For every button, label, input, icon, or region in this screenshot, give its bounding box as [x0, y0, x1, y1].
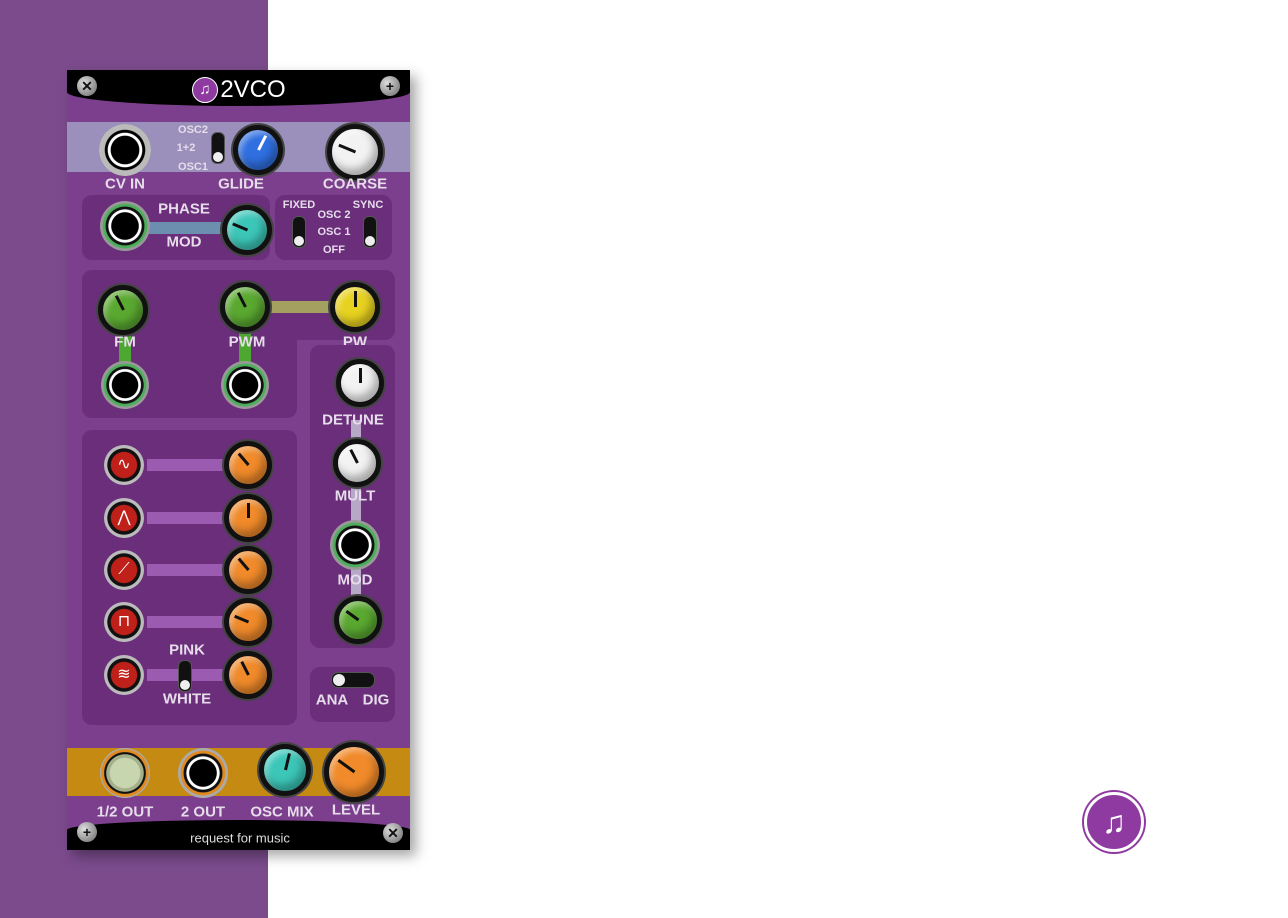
pw-knob[interactable] — [330, 282, 380, 332]
opt-osc1: OSC 1 — [317, 226, 351, 238]
screw-icon: + — [380, 76, 400, 96]
phase-label: PHASE — [158, 200, 210, 218]
mod-label: MOD — [166, 233, 202, 251]
two-out-jack[interactable] — [178, 748, 228, 798]
half-out-jack[interactable] — [100, 748, 150, 798]
white-label: WHITE — [162, 690, 212, 708]
opt-osc2: OSC 2 — [317, 209, 351, 221]
square-wave-button[interactable]: ⊓ — [104, 602, 144, 642]
switch-label-osc2: OSC2 — [178, 124, 208, 136]
mod-amount-knob[interactable] — [334, 596, 382, 644]
mult-label: MULT — [334, 487, 376, 505]
square-level-knob[interactable] — [224, 598, 272, 646]
fixed-label: FIXED — [282, 199, 316, 211]
phase-mod-jack[interactable] — [100, 201, 150, 251]
saw-wave-button[interactable]: ⟋ — [104, 550, 144, 590]
coarse-knob[interactable] — [327, 124, 383, 180]
glide-knob[interactable] — [233, 125, 283, 175]
sine-level-knob[interactable] — [224, 441, 272, 489]
osc-select-switch[interactable] — [211, 132, 225, 164]
pwm-label: PWM — [228, 333, 266, 351]
dig-label: DIG — [362, 691, 390, 709]
sync-label: SYNC — [352, 199, 384, 211]
osc-mix-label: OSC MIX — [250, 803, 314, 821]
fm-jack[interactable] — [101, 361, 149, 409]
triangle-level-knob[interactable] — [224, 494, 272, 542]
pwm-jack[interactable] — [221, 361, 269, 409]
noise-color-switch[interactable] — [178, 660, 192, 692]
noise-wave-button[interactable]: ≋ — [104, 655, 144, 695]
switch-label-both: 1+2 — [176, 142, 196, 154]
cv-in-jack[interactable] — [99, 124, 151, 176]
mod-amount-label: MOD — [337, 571, 373, 589]
module-title: 2VCO — [220, 76, 286, 103]
level-label: LEVEL — [331, 801, 381, 819]
coarse-label: COARSE — [322, 175, 388, 193]
sine-wave-button[interactable]: ∿ — [104, 445, 144, 485]
ana-dig-switch[interactable] — [331, 672, 375, 688]
screw-icon: ✕ — [383, 823, 403, 843]
brand-label: request for music — [190, 830, 290, 846]
detune-label: DETUNE — [322, 411, 384, 429]
half-out-label: 1/2 OUT — [96, 803, 154, 821]
fm-knob[interactable] — [98, 285, 148, 335]
sync-switch[interactable] — [363, 216, 377, 248]
mod-jack[interactable] — [330, 520, 380, 570]
ana-label: ANA — [315, 691, 349, 709]
fixed-switch[interactable] — [292, 216, 306, 248]
triangle-wave-button[interactable]: ⋀ — [104, 498, 144, 538]
opt-off: OFF — [323, 244, 345, 256]
level-knob[interactable] — [324, 742, 384, 802]
osc-mix-knob[interactable] — [259, 744, 311, 796]
pwm-knob[interactable] — [220, 282, 270, 332]
phase-mod-knob[interactable] — [222, 205, 272, 255]
music-note-icon: ♫ — [1084, 792, 1144, 852]
two-out-label: 2 OUT — [180, 803, 226, 821]
cv-in-label: CV IN — [104, 175, 146, 193]
music-note-icon: ♫ — [192, 77, 218, 103]
switch-label-osc1: OSC1 — [178, 161, 208, 173]
vco-module-panel: ✕ + ♫ 2VCO OSC2 1+2 OSC1 CV IN GLIDE COA… — [67, 70, 410, 850]
mult-knob[interactable] — [333, 439, 381, 487]
screw-icon: + — [77, 822, 97, 842]
fm-label: FM — [114, 333, 136, 351]
noise-level-knob[interactable] — [224, 651, 272, 699]
detune-knob[interactable] — [336, 359, 384, 407]
saw-level-knob[interactable] — [224, 546, 272, 594]
screw-icon: ✕ — [77, 76, 97, 96]
glide-label: GLIDE — [218, 175, 264, 193]
pink-label: PINK — [169, 641, 205, 659]
